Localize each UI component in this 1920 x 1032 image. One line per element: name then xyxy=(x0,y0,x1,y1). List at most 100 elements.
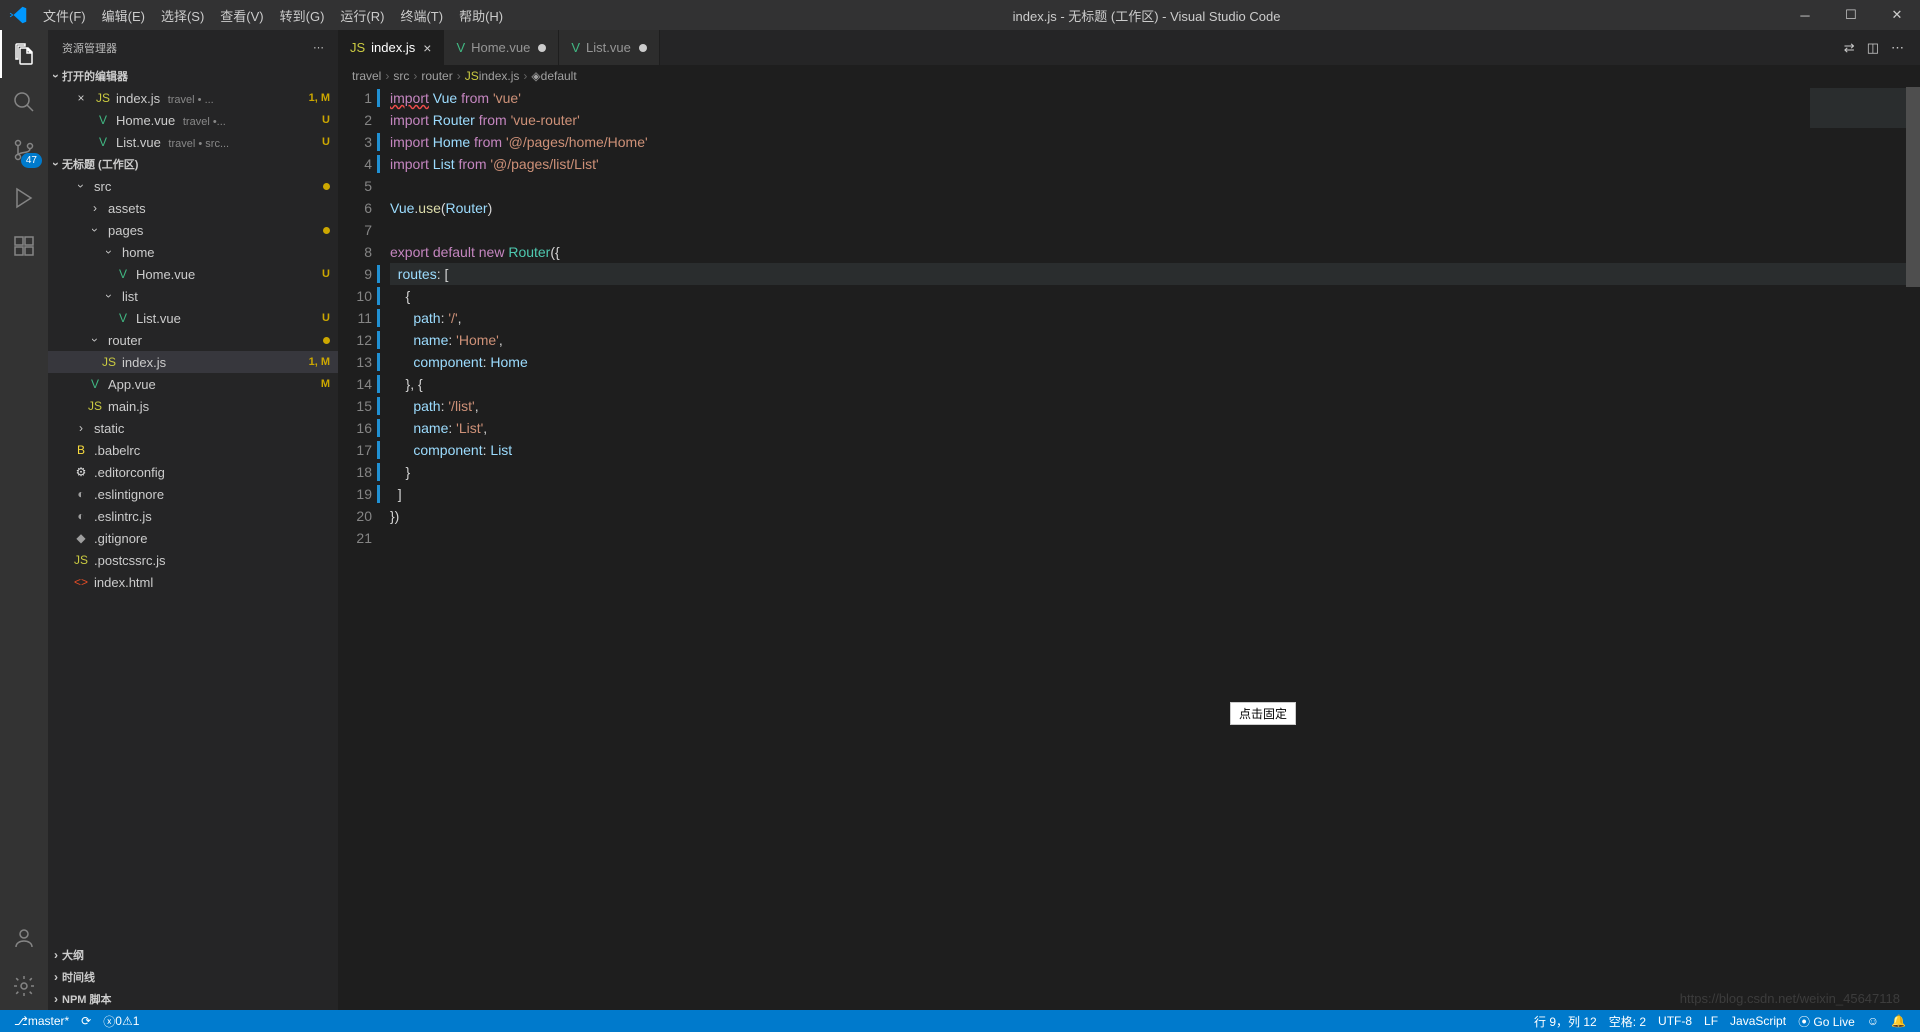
vscode-logo-icon xyxy=(0,6,35,24)
breadcrumb-item[interactable]: default xyxy=(541,69,577,83)
file-icon: B xyxy=(72,443,90,457)
file-icon: V xyxy=(114,311,132,325)
status-spaces[interactable]: 空格: 2 xyxy=(1603,1013,1652,1030)
split-icon[interactable]: ◫ xyxy=(1867,40,1879,56)
menu-item[interactable]: 查看(V) xyxy=(212,6,271,25)
file-icon: <> xyxy=(72,575,90,589)
title-bar: 文件(F)编辑(E)选择(S)查看(V)转到(G)运行(R)终端(T)帮助(H)… xyxy=(0,0,1920,30)
menu-item[interactable]: 转到(G) xyxy=(272,6,333,25)
file-icon: JS xyxy=(86,399,104,413)
file-icon: ⚙ xyxy=(72,465,90,479)
menu-item[interactable]: 终端(T) xyxy=(392,6,451,25)
chevron-icon xyxy=(86,201,104,215)
tree-item[interactable]: <>index.html xyxy=(48,571,338,593)
compare-icon[interactable]: ⇄ xyxy=(1844,40,1855,56)
breadcrumb-item[interactable]: router xyxy=(421,69,452,83)
menu-item[interactable]: 编辑(E) xyxy=(94,6,153,25)
status-feedback[interactable]: ☺ xyxy=(1861,1014,1885,1028)
open-editors-section[interactable]: 打开的编辑器 xyxy=(48,65,338,87)
open-editor-item[interactable]: ×JSindex.js travel • ... 1, M xyxy=(48,87,338,109)
status-encoding[interactable]: UTF-8 xyxy=(1652,1014,1698,1028)
chevron-icon xyxy=(100,245,118,259)
menu-item[interactable]: 选择(S) xyxy=(153,6,212,25)
tree-item[interactable]: pages xyxy=(48,219,338,241)
more-icon[interactable]: ⋯ xyxy=(313,41,324,54)
modified-dot-icon xyxy=(323,183,330,190)
open-editor-item[interactable]: VHome.vue travel •...U xyxy=(48,109,338,131)
status-sync[interactable]: ⟳ xyxy=(75,1014,97,1028)
minimize-button[interactable]: ─ xyxy=(1782,0,1828,30)
file-icon: V xyxy=(571,40,580,55)
breadcrumb-item[interactable]: travel xyxy=(352,69,381,83)
tree-item[interactable]: router xyxy=(48,329,338,351)
status-bar: ⎇ master* ⟳ ⓧ 0 ⚠ 1 行 9，列 12 空格: 2 UTF-8… xyxy=(0,1010,1920,1032)
open-editor-item[interactable]: VList.vue travel • src...U xyxy=(48,131,338,153)
run-debug-icon[interactable] xyxy=(0,174,48,222)
tree-item[interactable]: JSmain.js xyxy=(48,395,338,417)
sidebar-section[interactable]: 大纲 xyxy=(48,944,338,966)
settings-gear-icon[interactable] xyxy=(0,962,48,1010)
tree-item[interactable]: VHome.vueU xyxy=(48,263,338,285)
sidebar: 资源管理器⋯ 打开的编辑器 ×JSindex.js travel • ... 1… xyxy=(48,30,338,1010)
pin-tooltip: 点击固定 xyxy=(1230,702,1296,725)
status-branch[interactable]: ⎇ master* xyxy=(8,1014,75,1028)
status-position[interactable]: 行 9，列 12 xyxy=(1528,1013,1603,1030)
tree-item[interactable]: ◐.eslintrc.js xyxy=(48,505,338,527)
watermark: https://blog.csdn.net/weixin_45647118 xyxy=(1680,991,1900,1006)
status-eol[interactable]: LF xyxy=(1698,1014,1724,1028)
chevron-icon xyxy=(100,289,118,303)
minimap[interactable] xyxy=(1810,88,1906,288)
tree-item[interactable]: JSindex.js1, M xyxy=(48,351,338,373)
tree-item[interactable]: ◐.eslintignore xyxy=(48,483,338,505)
editor-tabs: JSindex.js×VHome.vueVList.vue ⇄ ◫ ⋯ xyxy=(338,30,1920,65)
status-language[interactable]: JavaScript xyxy=(1724,1014,1792,1028)
tree-item[interactable]: VApp.vueM xyxy=(48,373,338,395)
editor-tab[interactable]: VHome.vue xyxy=(444,30,559,65)
menu-item[interactable]: 文件(F) xyxy=(35,6,94,25)
chevron-icon xyxy=(72,421,90,435)
sidebar-section[interactable]: 时间线 xyxy=(48,966,338,988)
close-button[interactable]: ✕ xyxy=(1874,0,1920,30)
search-icon[interactable] xyxy=(0,78,48,126)
source-control-icon[interactable]: 47 xyxy=(0,126,48,174)
close-icon[interactable]: × xyxy=(72,91,90,105)
extensions-icon[interactable] xyxy=(0,222,48,270)
editor: JSindex.js×VHome.vueVList.vue ⇄ ◫ ⋯ travel›… xyxy=(338,30,1920,1010)
modified-dot-icon xyxy=(323,337,330,344)
file-icon: V xyxy=(86,377,104,391)
dirty-dot-icon xyxy=(639,44,647,52)
menu-item[interactable]: 帮助(H) xyxy=(451,6,511,25)
tree-item[interactable]: B.babelrc xyxy=(48,439,338,461)
tree-item[interactable]: ⚙.editorconfig xyxy=(48,461,338,483)
status-problems[interactable]: ⓧ 0 ⚠ 1 xyxy=(97,1013,145,1030)
account-icon[interactable] xyxy=(0,914,48,962)
tree-item[interactable]: assets xyxy=(48,197,338,219)
chevron-icon xyxy=(86,333,104,347)
maximize-button[interactable]: ☐ xyxy=(1828,0,1874,30)
menu-item[interactable]: 运行(R) xyxy=(332,6,392,25)
workspace-section[interactable]: 无标题 (工作区) xyxy=(48,153,338,175)
editor-tab[interactable]: JSindex.js× xyxy=(338,30,444,65)
code-area[interactable]: 123456789101112131415161718192021 import… xyxy=(338,87,1920,1010)
tree-item[interactable]: static xyxy=(48,417,338,439)
breadcrumb-item[interactable]: src xyxy=(393,69,409,83)
tree-item[interactable]: src xyxy=(48,175,338,197)
scrollbar-vertical[interactable] xyxy=(1906,87,1920,1010)
breadcrumb-item[interactable]: index.js xyxy=(479,69,520,83)
file-icon: V xyxy=(94,113,112,127)
window-title: index.js - 无标题 (工作区) - Visual Studio Cod… xyxy=(511,6,1782,25)
tree-item[interactable]: home xyxy=(48,241,338,263)
more-icon[interactable]: ⋯ xyxy=(1891,40,1904,56)
tree-item[interactable]: list xyxy=(48,285,338,307)
tree-item[interactable]: ◆.gitignore xyxy=(48,527,338,549)
breadcrumb[interactable]: travel›src›router›JS index.js›◈ default xyxy=(338,65,1920,87)
status-golive[interactable]: ⦿ Go Live xyxy=(1792,1013,1861,1030)
editor-tab[interactable]: VList.vue xyxy=(559,30,659,65)
explorer-icon[interactable] xyxy=(0,30,48,78)
tree-item[interactable]: JS.postcssrc.js xyxy=(48,549,338,571)
close-icon[interactable]: × xyxy=(423,40,431,56)
sidebar-section[interactable]: NPM 脚本 xyxy=(48,988,338,1010)
status-bell[interactable]: 🔔 xyxy=(1885,1014,1912,1028)
tree-item[interactable]: VList.vueU xyxy=(48,307,338,329)
menu-bar: 文件(F)编辑(E)选择(S)查看(V)转到(G)运行(R)终端(T)帮助(H) xyxy=(35,6,511,25)
